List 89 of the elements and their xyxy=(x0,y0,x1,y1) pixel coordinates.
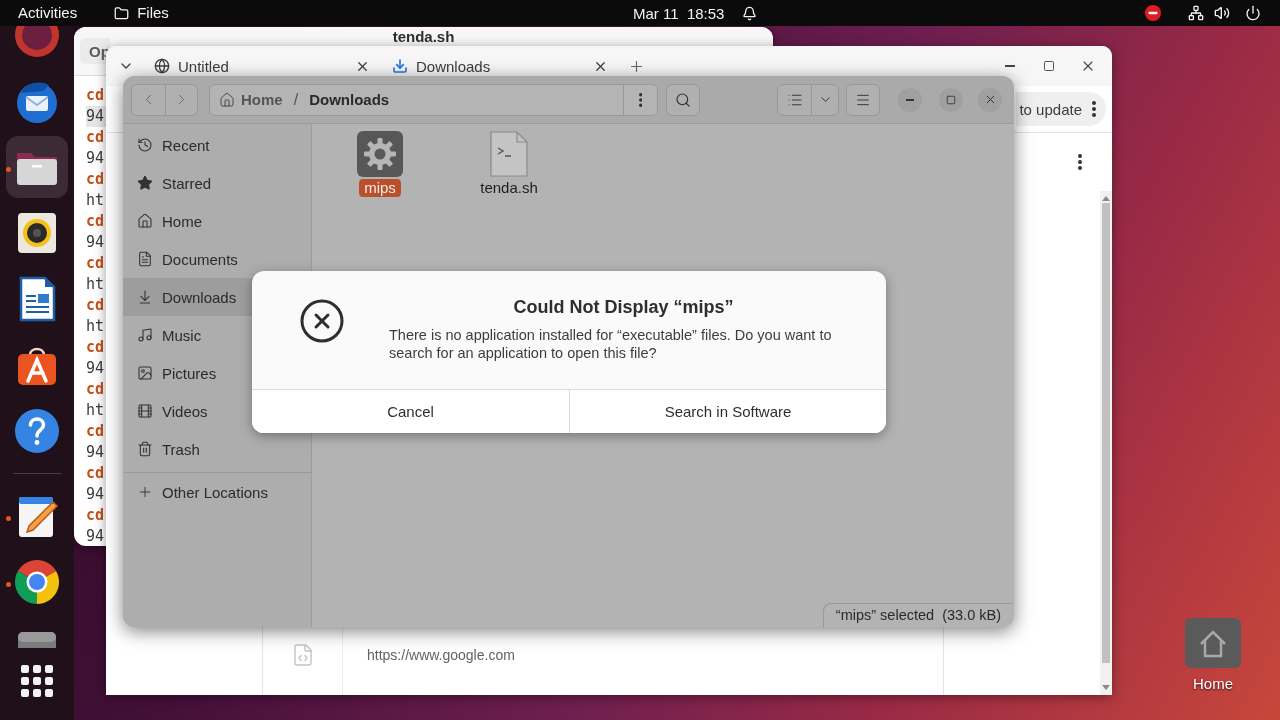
help-icon xyxy=(13,407,61,455)
activities-button[interactable]: Activities xyxy=(18,3,78,23)
code-line: cd xyxy=(86,253,106,274)
scrollbar[interactable] xyxy=(1100,191,1112,695)
maximize-button[interactable] xyxy=(939,87,963,112)
history-icon xyxy=(137,137,153,153)
desktop-shortcut[interactable]: Home xyxy=(1180,618,1246,692)
code-line: cd xyxy=(86,211,106,232)
search-icon xyxy=(675,91,691,108)
code-line: cd xyxy=(86,337,106,358)
maximize-icon xyxy=(1043,60,1055,72)
minimize-icon xyxy=(1005,65,1015,67)
sidebar-item[interactable]: Home xyxy=(123,202,311,240)
dialog-title: Could Not Display “mips” xyxy=(512,296,735,318)
trash-icon xyxy=(137,441,153,457)
sidebar-item[interactable]: Trash xyxy=(123,430,311,468)
app-name: Files xyxy=(137,3,169,23)
code-line: 94 xyxy=(86,442,106,463)
system-menu-button[interactable] xyxy=(1145,5,1261,21)
film-icon xyxy=(137,403,153,419)
minimize-button[interactable] xyxy=(898,87,922,112)
scroll-up-icon[interactable] xyxy=(1102,196,1110,201)
more-icon xyxy=(638,92,643,107)
download-icon xyxy=(137,289,153,305)
code-line: 94 xyxy=(86,232,106,253)
more-icon[interactable] xyxy=(1078,154,1082,170)
download-url[interactable]: https://www.google.com xyxy=(367,647,515,663)
path-crumb[interactable]: Downloads xyxy=(309,91,390,108)
sidebar-item[interactable]: Other Locations xyxy=(123,473,311,511)
browser-icon xyxy=(13,558,61,606)
code-line: 94 xyxy=(86,526,106,546)
scrollbar-thumb[interactable] xyxy=(1102,203,1110,663)
code-line: cd xyxy=(86,421,106,442)
code-line: ht xyxy=(86,316,106,337)
speaker-icon xyxy=(1214,5,1230,21)
dock-launcher[interactable] xyxy=(6,136,68,198)
code-line: ht xyxy=(86,400,106,421)
app-grid-icon xyxy=(21,665,53,697)
code-line: cd xyxy=(86,379,106,400)
code-line: cd xyxy=(86,169,106,190)
code-line: cd xyxy=(86,85,106,106)
show-apps-button[interactable] xyxy=(21,665,53,697)
path-crumb[interactable]: Home xyxy=(219,91,283,108)
close-button[interactable] xyxy=(978,87,1002,112)
scroll-down-icon[interactable] xyxy=(1102,685,1110,690)
status-text: “mips” selected (33.0 kB) xyxy=(822,603,1013,627)
code-line: cd xyxy=(86,127,106,148)
path-separator: / xyxy=(293,90,299,109)
more-icon xyxy=(1092,101,1096,117)
code-line: 94 xyxy=(86,484,106,505)
file-name[interactable]: mips xyxy=(359,179,401,197)
search-button[interactable] xyxy=(666,83,700,116)
code-line: cd xyxy=(86,463,106,484)
image-icon xyxy=(137,365,153,381)
minimize-icon xyxy=(906,98,914,101)
error-icon xyxy=(298,297,346,345)
window-title: tenda.sh xyxy=(392,29,455,45)
network-icon xyxy=(1188,5,1204,21)
document-icon xyxy=(137,251,153,267)
power-icon xyxy=(1245,5,1261,21)
clock-button[interactable]: Mar 11 18:53 xyxy=(633,4,758,22)
code-line: cd xyxy=(86,505,106,526)
download-icon xyxy=(392,58,408,74)
code-line: ht xyxy=(86,190,106,211)
sidebar-item[interactable]: Documents xyxy=(123,240,311,278)
file-name[interactable]: tenda.sh xyxy=(475,179,543,197)
home-icon xyxy=(219,91,235,108)
dialog-message: There is no application installed for “executable” files. Do you want to search for an application to open this file? xyxy=(389,326,833,362)
globe-icon xyxy=(154,58,170,74)
home-icon xyxy=(1185,618,1241,668)
minus-circle-icon xyxy=(1145,5,1161,21)
folder-icon xyxy=(114,5,130,21)
star-icon xyxy=(137,175,153,191)
maximize-icon xyxy=(946,94,956,105)
dialog-button[interactable]: Search in Software xyxy=(569,390,886,433)
sidebar-item[interactable]: Recent xyxy=(123,126,311,164)
clock-text: Mar 11 18:53 xyxy=(633,4,725,22)
bell-icon xyxy=(742,5,758,21)
code-line: 94 xyxy=(86,358,106,379)
app-menu-button[interactable]: Files xyxy=(114,3,169,23)
music-note-icon xyxy=(137,327,153,343)
gear-icon[interactable] xyxy=(357,131,403,177)
code-line: ht xyxy=(86,274,106,295)
plus-icon xyxy=(137,484,153,500)
update-button[interactable]: to update xyxy=(1016,92,1106,126)
code-line: 94 xyxy=(86,148,106,169)
home-icon xyxy=(137,213,153,229)
sidebar-item[interactable]: Starred xyxy=(123,164,311,202)
code-line: cd xyxy=(86,295,106,316)
